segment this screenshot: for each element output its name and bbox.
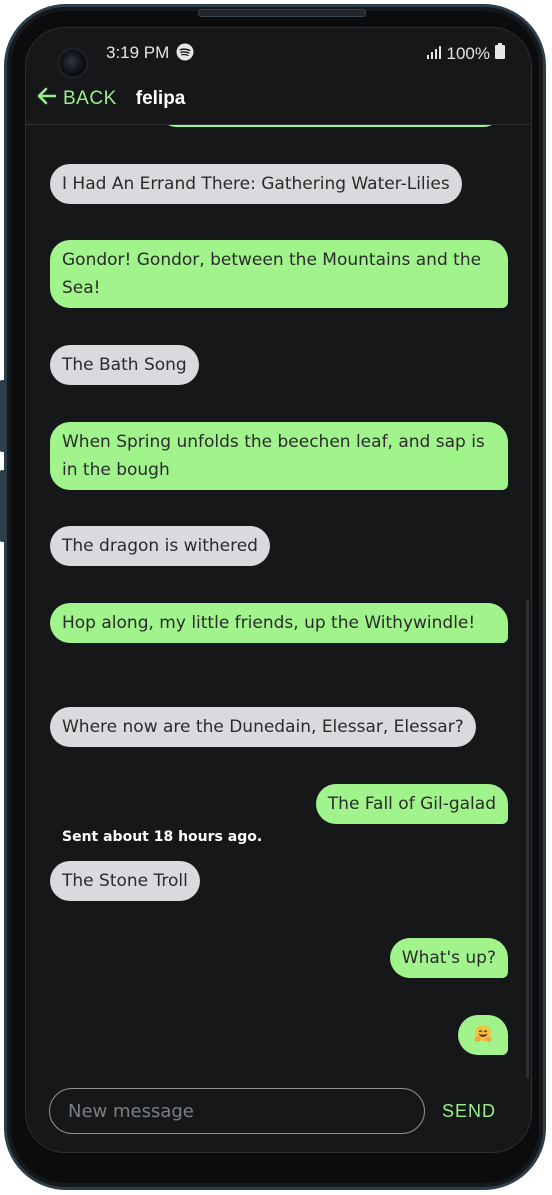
message-bubble-outgoing bbox=[458, 1015, 508, 1055]
volume-down-button bbox=[0, 470, 5, 542]
battery-percent: 100% bbox=[446, 43, 490, 63]
message-bubble-outgoing: Hop along, my little friends, up the Wit… bbox=[50, 603, 508, 643]
message-input-container[interactable] bbox=[49, 1088, 425, 1134]
send-button[interactable]: SEND bbox=[442, 1101, 496, 1122]
message-bubble-outgoing: Gondor! Gondor, between the Mountains an… bbox=[50, 240, 508, 308]
message-bubble-outgoing: The Fall of Gil-galad bbox=[315, 784, 508, 824]
app-header: BACK felipa bbox=[26, 74, 531, 125]
volume-up-button bbox=[0, 380, 5, 452]
message-bubble-incoming: The dragon is withered bbox=[50, 526, 270, 566]
message-bubble-incoming: I Had An Errand There: Gathering Water-L… bbox=[50, 164, 462, 204]
hugging-face-emoji-icon bbox=[473, 1024, 493, 1044]
spotify-icon bbox=[176, 43, 194, 66]
status-right: 100% bbox=[426, 43, 505, 64]
message-bubble-incoming: Where now are the Dunedain, Elessar, Ele… bbox=[50, 707, 476, 747]
message-bubble-outgoing: What's up? bbox=[389, 938, 508, 978]
scrollbar[interactable] bbox=[526, 600, 529, 1078]
message-bubble-incoming: The Stone Troll bbox=[50, 861, 200, 901]
back-label: BACK bbox=[63, 88, 117, 109]
back-button[interactable]: BACK bbox=[37, 87, 117, 111]
chat-title: felipa bbox=[135, 88, 186, 109]
status-time: 3:19 PM bbox=[106, 43, 170, 62]
signal-icon bbox=[426, 44, 442, 64]
battery-icon bbox=[495, 43, 505, 64]
message-bubble-outgoing: When Spring unfolds the beechen leaf, an… bbox=[50, 422, 508, 490]
message-bubble-outgoing bbox=[160, 125, 500, 127]
phone-screen: 3:19 PM 100% BACK felipa I Had An Errand… bbox=[25, 27, 532, 1153]
message-timestamp: Sent about 18 hours ago. bbox=[62, 829, 263, 845]
status-bar: 3:19 PM 100% bbox=[26, 28, 531, 74]
message-list[interactable]: I Had An Errand There: Gathering Water-L… bbox=[26, 125, 531, 1078]
arrow-left-icon bbox=[37, 87, 63, 111]
message-bubble-incoming: The Bath Song bbox=[50, 345, 199, 385]
earpiece bbox=[198, 9, 366, 17]
message-input[interactable] bbox=[66, 1099, 410, 1123]
